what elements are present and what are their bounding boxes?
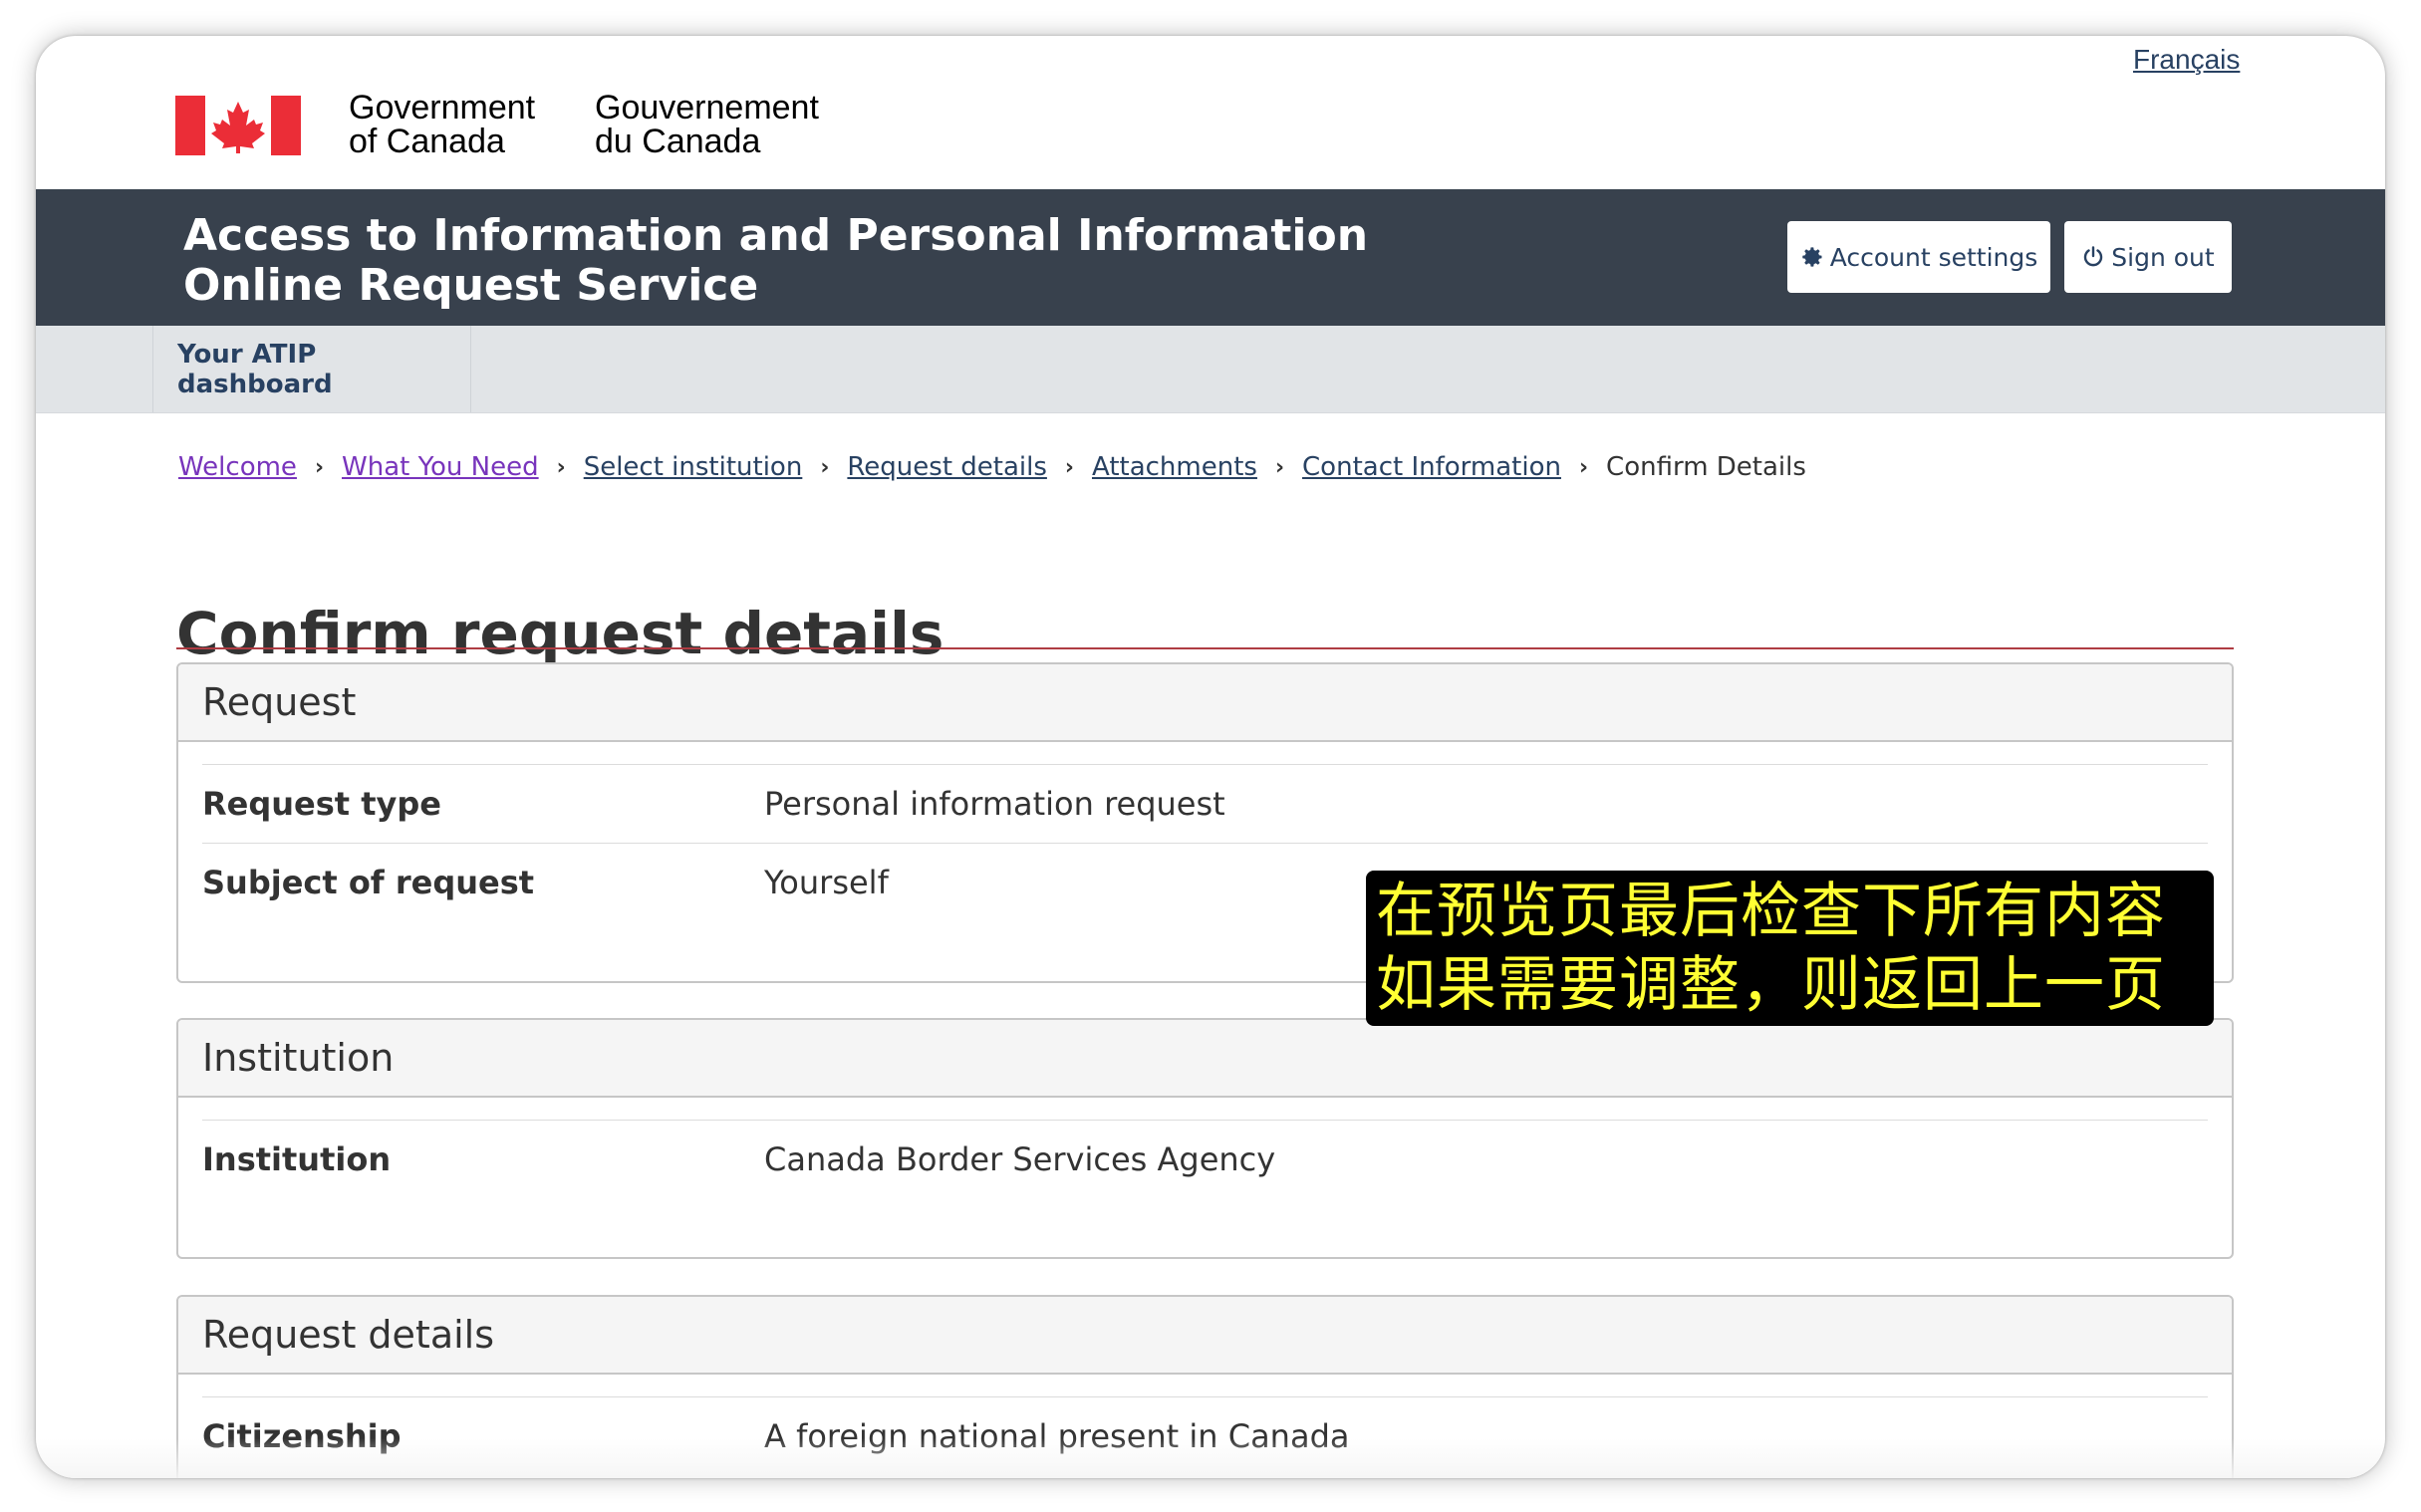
sign-out-button[interactable]: Sign out: [2064, 221, 2232, 293]
detail-label: Subject of request: [202, 864, 535, 901]
detail-value: Canada Border Services Agency: [764, 1140, 1276, 1178]
detail-value: Personal information request: [764, 785, 1225, 823]
breadcrumb-what-you-need-link[interactable]: What You Need: [342, 452, 539, 482]
title-underline: [176, 647, 2234, 649]
institution-panel: Institution Institution Canada Border Se…: [176, 1018, 2234, 1259]
browser-frame: Français Government of Canada Gouverneme…: [36, 36, 2385, 1478]
panel-heading: Request details: [178, 1297, 2232, 1375]
page-title: Confirm request details: [176, 599, 944, 667]
signature-en-line2: of Canada: [349, 123, 505, 160]
breadcrumb-request-details-link[interactable]: Request details: [847, 452, 1047, 482]
breadcrumb-welcome-link[interactable]: Welcome: [178, 452, 297, 482]
app-title-bar: Access to Information and Personal Infor…: [36, 189, 2385, 326]
detail-row: Request type Personal information reques…: [202, 764, 2208, 843]
panel-heading: Request: [178, 664, 2232, 742]
detail-label: Institution: [202, 1140, 392, 1178]
breadcrumb-select-institution-link[interactable]: Select institution: [584, 452, 803, 482]
chevron-right-icon: ›: [1274, 454, 1285, 480]
breadcrumb-contact-information-link[interactable]: Contact Information: [1302, 452, 1561, 482]
chevron-right-icon: ›: [556, 454, 566, 480]
breadcrumb-attachments-link[interactable]: Attachments: [1092, 452, 1257, 482]
signature-english: Government of Canada: [349, 91, 535, 158]
signature-fr-line2: du Canada: [595, 123, 761, 160]
detail-row: Institution Canada Border Services Agenc…: [202, 1120, 2208, 1198]
detail-label: Request type: [202, 785, 441, 823]
app-title-line2: Online Request Service: [183, 260, 759, 311]
frame-bottom-fade: [36, 1438, 2385, 1478]
nav-item-dashboard[interactable]: Your ATIP dashboard: [152, 326, 471, 412]
caption-line2: 如果需要调整，则返回上一页: [1376, 950, 2166, 1020]
breadcrumb: Welcome › What You Need › Select institu…: [178, 452, 1806, 482]
detail-value: Yourself: [764, 864, 889, 901]
panel-heading: Institution: [178, 1020, 2232, 1098]
video-subtitle-caption: 在预览页最后检查下所有内容 如果需要调整，则返回上一页: [1366, 871, 2214, 1026]
canada-flag-icon: [175, 96, 301, 155]
breadcrumb-current: Confirm Details: [1606, 452, 1806, 482]
chevron-right-icon: ›: [314, 454, 325, 480]
signature-fr-line1: Gouvernement: [595, 89, 819, 126]
app-title-line1: Access to Information and Personal Infor…: [183, 210, 1369, 261]
sign-out-label: Sign out: [2111, 242, 2215, 272]
gear-icon: [1802, 247, 1822, 267]
chevron-right-icon: ›: [1064, 454, 1074, 480]
caption-line1: 在预览页最后检查下所有内容: [1376, 877, 2166, 946]
chevron-right-icon: ›: [1578, 454, 1589, 480]
signature-french: Gouvernement du Canada: [595, 91, 819, 158]
signature-en-line1: Government: [349, 89, 536, 126]
main-nav-bar: Your ATIP dashboard: [36, 326, 2385, 413]
chevron-right-icon: ›: [820, 454, 830, 480]
account-settings-label: Account settings: [1829, 242, 2038, 272]
app-title[interactable]: Access to Information and Personal Infor…: [183, 211, 1368, 311]
power-icon: [2084, 246, 2103, 267]
language-toggle-link[interactable]: Français: [2133, 44, 2240, 76]
account-settings-button[interactable]: Account settings: [1787, 221, 2050, 293]
